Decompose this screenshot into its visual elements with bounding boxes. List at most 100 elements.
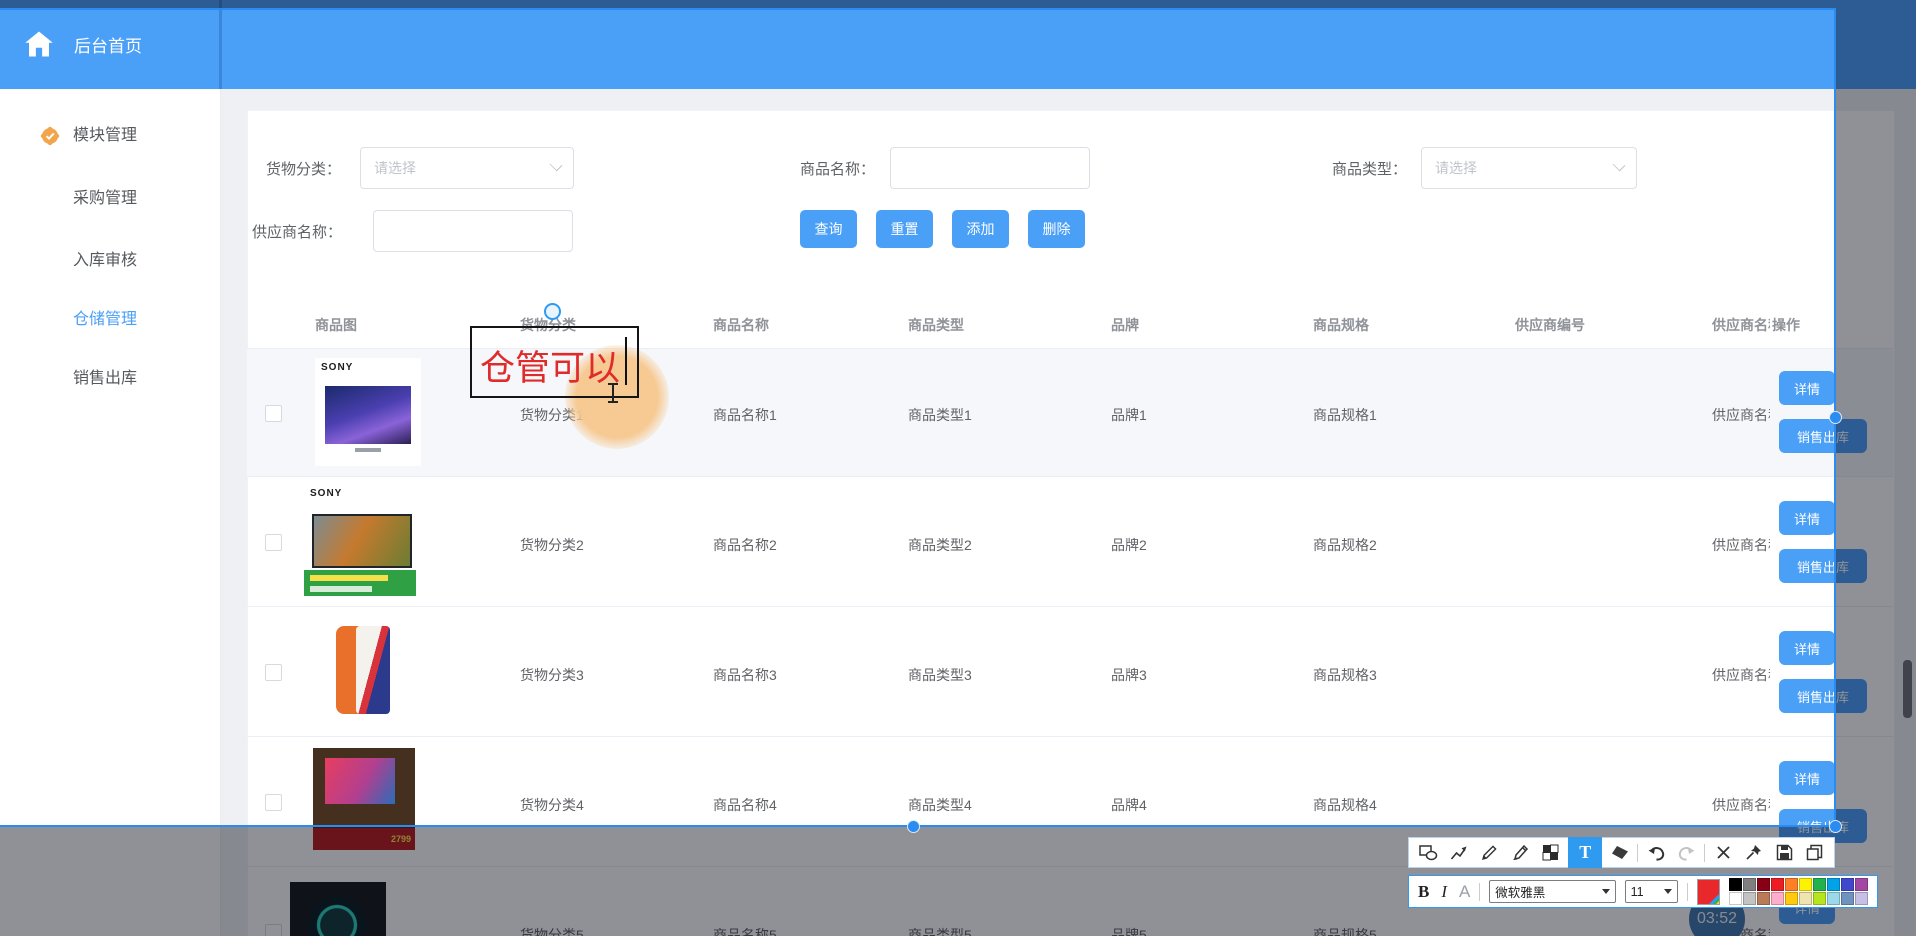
cell-type: 商品类型2 xyxy=(908,537,972,553)
cell-brand: 品牌1 xyxy=(1111,407,1147,423)
palette-swatch[interactable] xyxy=(1813,892,1826,905)
add-button[interactable]: 添加 xyxy=(952,210,1009,248)
col-supplier-name: 供应商名称 xyxy=(1712,317,1770,333)
image-brand-text: SONY xyxy=(321,362,354,373)
row-checkbox[interactable] xyxy=(265,534,282,551)
pin-icon[interactable] xyxy=(1741,840,1767,866)
palette-swatch[interactable] xyxy=(1771,892,1784,905)
selection-handle-bottom-right[interactable] xyxy=(1829,820,1842,833)
product-name-input[interactable] xyxy=(890,147,1090,189)
palette-swatch[interactable] xyxy=(1785,892,1798,905)
eraser-tool-icon[interactable] xyxy=(1607,840,1633,866)
sidebar-item-label: 仓储管理 xyxy=(73,311,138,328)
italic-button[interactable]: I xyxy=(1438,882,1450,902)
font-size-select[interactable]: 11 xyxy=(1624,880,1678,903)
font-family-select[interactable]: 微软雅黑 xyxy=(1489,880,1616,903)
cell-brand: 品牌2 xyxy=(1111,537,1147,553)
palette-swatch[interactable] xyxy=(1785,878,1798,891)
col-type: 商品类型 xyxy=(908,317,964,333)
sidebar: 模块管理 采购管理 入库审核 仓储管理 销售出库 xyxy=(0,89,221,936)
palette-swatch[interactable] xyxy=(1743,892,1756,905)
palette-swatch[interactable] xyxy=(1841,878,1854,891)
ibeam-cursor-icon xyxy=(606,383,620,403)
row-checkbox[interactable] xyxy=(265,794,282,811)
polyline-arrow-tool-icon[interactable] xyxy=(1446,840,1472,866)
palette-swatch[interactable] xyxy=(1729,892,1742,905)
copy-icon[interactable] xyxy=(1802,840,1828,866)
palette-swatch[interactable] xyxy=(1799,878,1812,891)
text-tool-glyph: T xyxy=(1579,842,1592,862)
palette-swatch[interactable] xyxy=(1855,878,1868,891)
text-tool-icon[interactable]: T xyxy=(1568,837,1603,868)
selection-handle-right[interactable] xyxy=(1829,411,1842,424)
selection-border-top[interactable] xyxy=(0,8,1836,10)
chevron-down-icon xyxy=(549,158,563,172)
redo-icon[interactable] xyxy=(1674,840,1700,866)
palette-swatch[interactable] xyxy=(1771,878,1784,891)
palette-swatch[interactable] xyxy=(1827,878,1840,891)
product-name-label: 商品名称： xyxy=(800,161,876,178)
palette-swatch[interactable] xyxy=(1799,892,1812,905)
sidebar-item-sales-outbound[interactable]: 销售出库 xyxy=(0,359,220,399)
table-row[interactable]: SONY 货物分类2 商品名称2 商品类型2 品牌2 商品规格2 供应商名称2 … xyxy=(247,477,1893,607)
delete-button[interactable]: 删除 xyxy=(1028,210,1085,248)
palette-swatch[interactable] xyxy=(1813,878,1826,891)
save-icon[interactable] xyxy=(1771,840,1797,866)
palette-swatch[interactable] xyxy=(1827,892,1840,905)
cell-type: 商品类型4 xyxy=(908,797,972,813)
capture-toolbar: T xyxy=(1408,837,1835,868)
row-checkbox[interactable] xyxy=(265,664,282,681)
sidebar-header[interactable]: 后台首页 xyxy=(0,0,220,89)
cell-category: 货物分类3 xyxy=(520,667,584,683)
palette-swatch[interactable] xyxy=(1729,878,1742,891)
current-color-swatch[interactable] xyxy=(1696,878,1720,905)
close-icon[interactable] xyxy=(1710,840,1736,866)
palette-swatch[interactable] xyxy=(1855,892,1868,905)
undo-icon[interactable] xyxy=(1643,840,1669,866)
palette-swatch[interactable] xyxy=(1841,892,1854,905)
cell-name: 商品名称4 xyxy=(713,797,777,813)
supplier-name-label: 供应商名称： xyxy=(252,224,343,241)
pencil-tool-icon[interactable] xyxy=(1476,840,1502,866)
table-row[interactable]: 货物分类3 商品名称3 商品类型3 品牌3 商品规格3 供应商名称3 详情 销售… xyxy=(247,607,1893,737)
annotation-text: 仓管可以 xyxy=(480,349,621,388)
row-checkbox[interactable] xyxy=(265,405,282,422)
category-label: 货物分类： xyxy=(266,161,342,178)
sidebar-item-inbound-audit[interactable]: 入库审核 xyxy=(0,241,220,281)
bold-button[interactable]: B xyxy=(1418,882,1429,902)
col-brand: 品牌 xyxy=(1111,317,1139,333)
col-actions: 操作 xyxy=(1772,317,1800,333)
shapes-tool-icon[interactable] xyxy=(1415,840,1441,866)
sidebar-item-label: 采购管理 xyxy=(73,190,138,207)
detail-button[interactable]: 详情 xyxy=(1779,501,1835,535)
mosaic-tool-icon[interactable] xyxy=(1538,840,1564,866)
col-supplier-no: 供应商编号 xyxy=(1515,317,1585,333)
marker-tool-icon[interactable] xyxy=(1507,840,1533,866)
detail-button[interactable]: 详情 xyxy=(1779,631,1835,665)
cell-category: 货物分类2 xyxy=(520,537,584,553)
sidebar-item-warehouse[interactable]: 仓储管理 xyxy=(0,300,220,340)
palette-swatch[interactable] xyxy=(1743,878,1756,891)
cell-name: 商品名称1 xyxy=(713,407,777,423)
sidebar-item-purchase[interactable]: 采购管理 xyxy=(0,179,220,219)
selection-handle-bottom[interactable] xyxy=(907,820,920,833)
outline-button[interactable]: A xyxy=(1459,882,1470,902)
supplier-name-input[interactable] xyxy=(373,210,573,252)
cell-supplier: 供应商名称1 xyxy=(1712,407,1770,423)
detail-button[interactable]: 详情 xyxy=(1779,761,1835,795)
palette-swatch[interactable] xyxy=(1757,878,1770,891)
cell-spec: 商品规格3 xyxy=(1313,667,1377,683)
product-type-select[interactable]: 请选择 xyxy=(1421,147,1637,189)
col-name: 商品名称 xyxy=(713,317,769,333)
rotate-handle-icon[interactable] xyxy=(544,303,561,320)
reset-button[interactable]: 重置 xyxy=(876,210,933,248)
sidebar-item-module[interactable]: 模块管理 xyxy=(0,116,220,156)
cell-supplier: 供应商名称3 xyxy=(1712,667,1770,683)
category-select[interactable]: 请选择 xyxy=(360,147,574,189)
color-palette xyxy=(1729,878,1868,905)
detail-button[interactable]: 详情 xyxy=(1779,371,1835,405)
palette-swatch[interactable] xyxy=(1757,892,1770,905)
col-image: 商品图 xyxy=(315,317,357,333)
query-button[interactable]: 查询 xyxy=(800,210,857,248)
screen: 后台首页 仓管用户1 欢迎使用仓库管理系统 模块管理 采购管理 入库审核 仓储管… xyxy=(0,0,1916,936)
